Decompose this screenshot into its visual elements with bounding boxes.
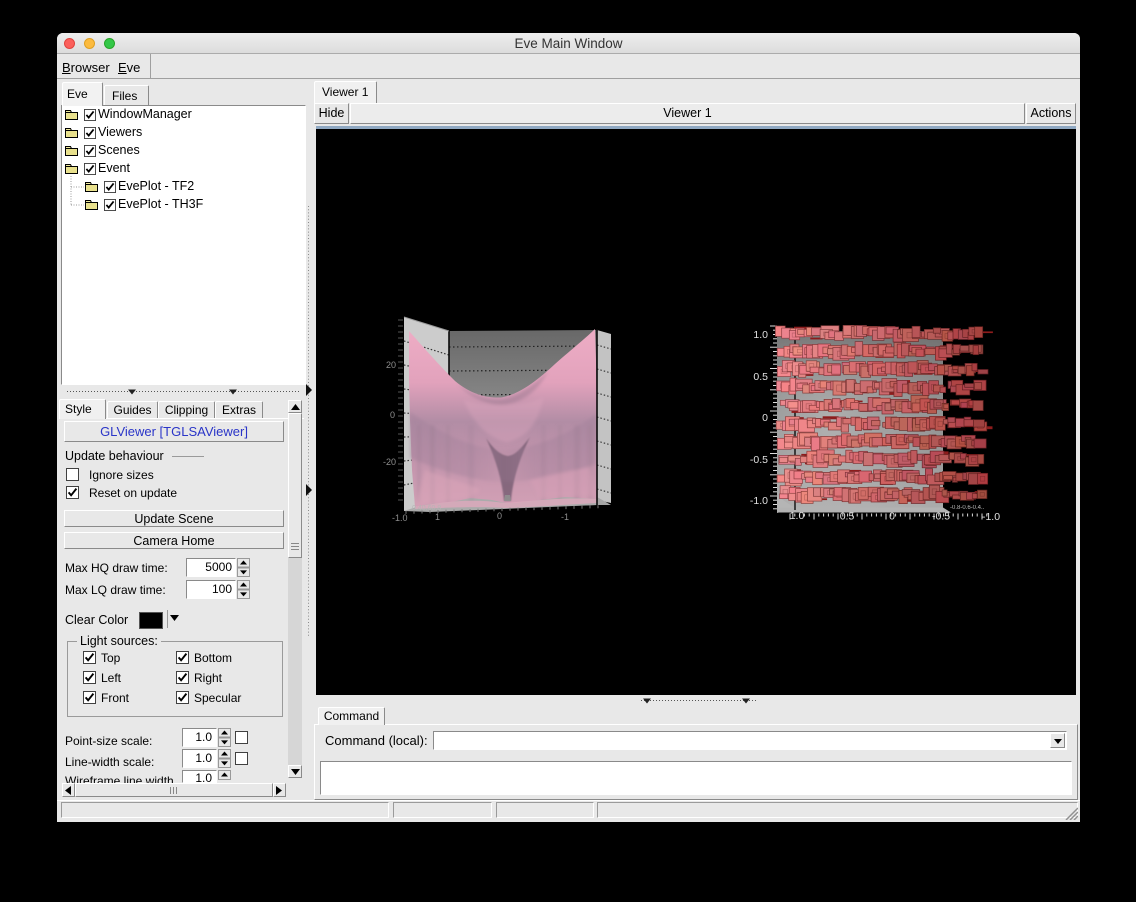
svg-text:-1: -1 (561, 512, 569, 522)
svg-text:-1.0: -1.0 (392, 513, 408, 523)
svg-text:20: 20 (386, 360, 396, 370)
svg-text:-0.8-0.6-0.4..: -0.8-0.6-0.4.. (950, 505, 985, 511)
svg-text:0.40.60.8: 0.40.60.8 (412, 505, 441, 512)
svg-text:0.5: 0.5 (840, 511, 855, 523)
svg-text:-1.0: -1.0 (982, 511, 1000, 523)
svg-text:1.0: 1.0 (790, 510, 805, 522)
svg-text:-1.0: -1.0 (750, 495, 768, 507)
svg-text:0: 0 (889, 511, 895, 523)
svg-text:0: 0 (762, 412, 768, 424)
svg-text:-0.5: -0.5 (750, 454, 768, 466)
svg-text:-0.5: -0.5 (932, 511, 950, 523)
svg-text:1.0: 1.0 (753, 329, 768, 341)
svg-text:1: 1 (435, 512, 440, 522)
svg-text:0.5: 0.5 (753, 371, 768, 383)
svg-text:0: 0 (390, 410, 395, 420)
svg-text:-20: -20 (383, 457, 396, 467)
svg-text:0: 0 (497, 511, 502, 521)
